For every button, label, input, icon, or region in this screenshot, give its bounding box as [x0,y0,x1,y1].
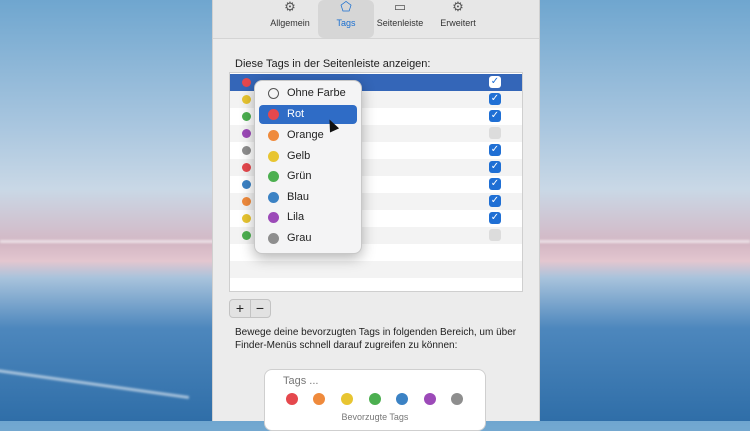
tab-label: Allgemein [270,18,310,28]
tag-color-dot [242,112,251,121]
tag-color-dot [242,78,251,87]
orange-dot-icon [268,130,279,141]
favorite-tag-dot[interactable] [286,393,298,405]
tag-color-dot [242,129,251,138]
red-dot-icon [268,109,279,120]
tag-color-dot [242,163,251,172]
tag-color-dot [242,231,251,240]
gray-dot-icon [268,233,279,244]
sidebar-icon: ▭ [393,0,407,14]
favorite-tag-dot[interactable] [313,393,325,405]
show-checkbox[interactable]: ✓ [489,195,501,207]
no-color-icon [268,88,279,99]
menu-item-orange[interactable]: Orange [259,126,357,145]
favorite-tag-dot[interactable] [396,393,408,405]
preferences-toolbar: ⚙ Allgemein ⬠ Tags ▭ Seitenleiste ⚙ Erwe… [213,0,539,39]
blue-dot-icon [268,192,279,203]
menu-item-ohne-farbe[interactable]: Ohne Farbe [259,84,357,103]
tab-label: Tags [336,18,356,28]
table-row-empty [230,261,522,278]
show-checkbox[interactable]: ✓ [489,178,501,190]
add-button[interactable]: + [230,300,251,317]
show-checkbox[interactable]: ✓ [489,76,501,88]
favorite-tag-dot[interactable] [424,393,436,405]
tab-erweitert[interactable]: ⚙ Erweitert [430,0,486,38]
tags-section-label: Diese Tags in der Seitenleiste anzeigen: [235,58,431,70]
add-remove-control: + − [229,299,271,318]
show-checkbox[interactable]: ✓ [489,229,501,241]
tag-color-dot [242,180,251,189]
tab-label: Erweitert [440,18,476,28]
show-checkbox[interactable]: ✓ [489,127,501,139]
show-checkbox[interactable]: ✓ [489,144,501,156]
menu-item-grau[interactable]: Grau [259,229,357,248]
tab-tags[interactable]: ⬠ Tags [318,0,374,38]
purple-dot-icon [268,212,279,223]
gears-icon: ⚙ [452,0,464,14]
gear-icon: ⚙ [284,0,296,14]
menu-item-lila[interactable]: Lila [259,208,357,227]
tab-label: Seitenleiste [376,18,424,28]
remove-button[interactable]: − [250,300,270,317]
menu-item-blau[interactable]: Blau [259,188,357,207]
tag-color-dot [242,95,251,104]
tag-color-dot [242,197,251,206]
menu-item-gruen[interactable]: Grün [259,167,357,186]
menu-item-rot[interactable]: Rot [259,105,357,124]
show-checkbox[interactable]: ✓ [489,161,501,173]
favorite-tag-dot[interactable] [369,393,381,405]
tag-color-dot [242,214,251,223]
favorites-hint: Bewege deine bevorzugten Tags in folgend… [235,327,517,351]
favorite-tag-dot[interactable] [341,393,353,405]
tag-color-dot [242,146,251,155]
yellow-dot-icon [268,151,279,162]
favorite-tags-area[interactable]: Tags ... Bevorzugte Tags [264,369,486,431]
wallpaper-streak [0,364,190,399]
favorites-title: Tags ... [283,375,319,387]
tab-seitenleiste[interactable]: ▭ Seitenleiste [372,0,428,38]
green-dot-icon [268,171,279,182]
tag-color-menu: Ohne Farbe Rot Orange Gelb Grün Blau Lil… [254,80,362,254]
tab-allgemein[interactable]: ⚙ Allgemein [262,0,318,38]
show-checkbox[interactable]: ✓ [489,212,501,224]
favorite-tag-dot[interactable] [451,393,463,405]
show-checkbox[interactable]: ✓ [489,93,501,105]
tag-icon: ⬠ [340,0,352,14]
menu-item-gelb[interactable]: Gelb [259,147,357,166]
show-checkbox[interactable]: ✓ [489,110,501,122]
